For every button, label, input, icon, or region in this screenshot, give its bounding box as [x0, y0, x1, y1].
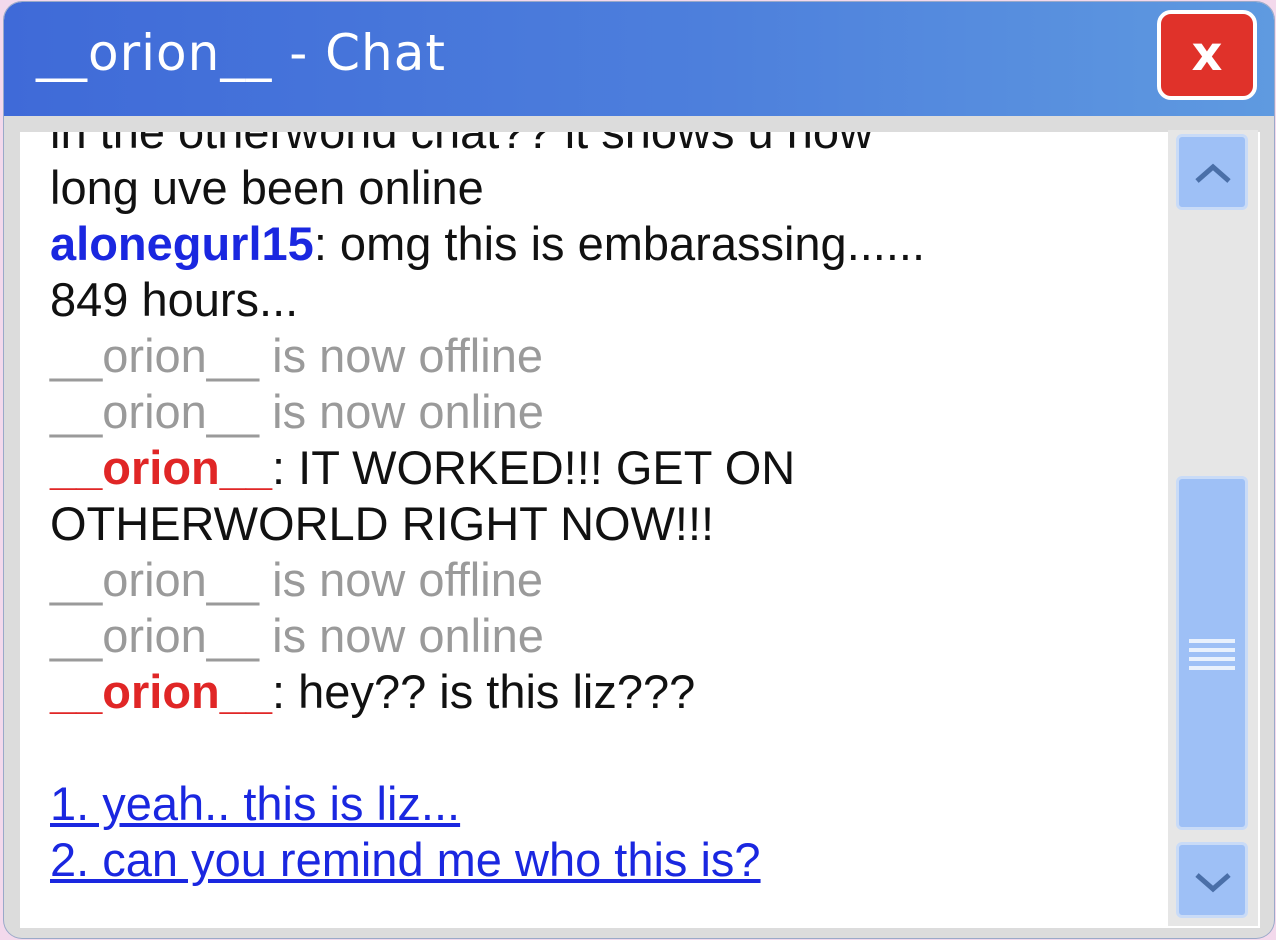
reply-choice-1[interactable]: 1. yeah.. this is liz... [50, 776, 460, 832]
chat-message: __orion__: IT WORKED!!! GET ON [50, 440, 1150, 496]
username: alonegurl15 [50, 217, 314, 270]
scroll-up-button[interactable] [1176, 134, 1248, 210]
chat-window: __orion__ - Chat in the otherworld chat?… [4, 2, 1274, 938]
message-line: in the otherworld chat?? it shows u how [50, 132, 1150, 160]
chat-message: __orion__: hey?? is this liz??? [50, 664, 1150, 720]
chevron-up-icon [1195, 163, 1231, 183]
system-message: __orion__ is now online [50, 385, 544, 438]
message-text: : IT WORKED!!! GET ON [272, 441, 796, 494]
message-line: long uve been online [50, 161, 484, 214]
username: __orion__ [50, 665, 273, 718]
scroll-down-button[interactable] [1176, 842, 1248, 918]
close-button[interactable]: x [1157, 10, 1257, 100]
window-title: __orion__ - Chat [36, 24, 446, 82]
chat-message: alonegurl15: omg this is embarassing....… [50, 216, 1150, 272]
username: __orion__ [50, 441, 273, 494]
chevron-down-icon [1195, 873, 1231, 893]
message-text: : hey?? is this liz??? [272, 665, 696, 718]
grip-lines-icon [1189, 639, 1235, 675]
chat-log[interactable]: in the otherworld chat?? it shows u how … [20, 132, 1260, 928]
scrollbar-thumb[interactable] [1176, 476, 1248, 830]
message-line: OTHERWORLD RIGHT NOW!!! [50, 497, 715, 550]
message-text: : omg this is embarassing...... [313, 217, 926, 270]
system-message: __orion__ is now offline [50, 329, 543, 382]
system-message: __orion__ is now online [50, 609, 544, 662]
message-line: 849 hours... [50, 273, 299, 326]
reply-choice-2[interactable]: 2. can you remind me who this is? [50, 832, 761, 888]
title-bar[interactable]: __orion__ - Chat [4, 2, 1274, 116]
system-message: __orion__ is now offline [50, 553, 543, 606]
message-list: in the otherworld chat?? it shows u how … [50, 132, 1150, 888]
